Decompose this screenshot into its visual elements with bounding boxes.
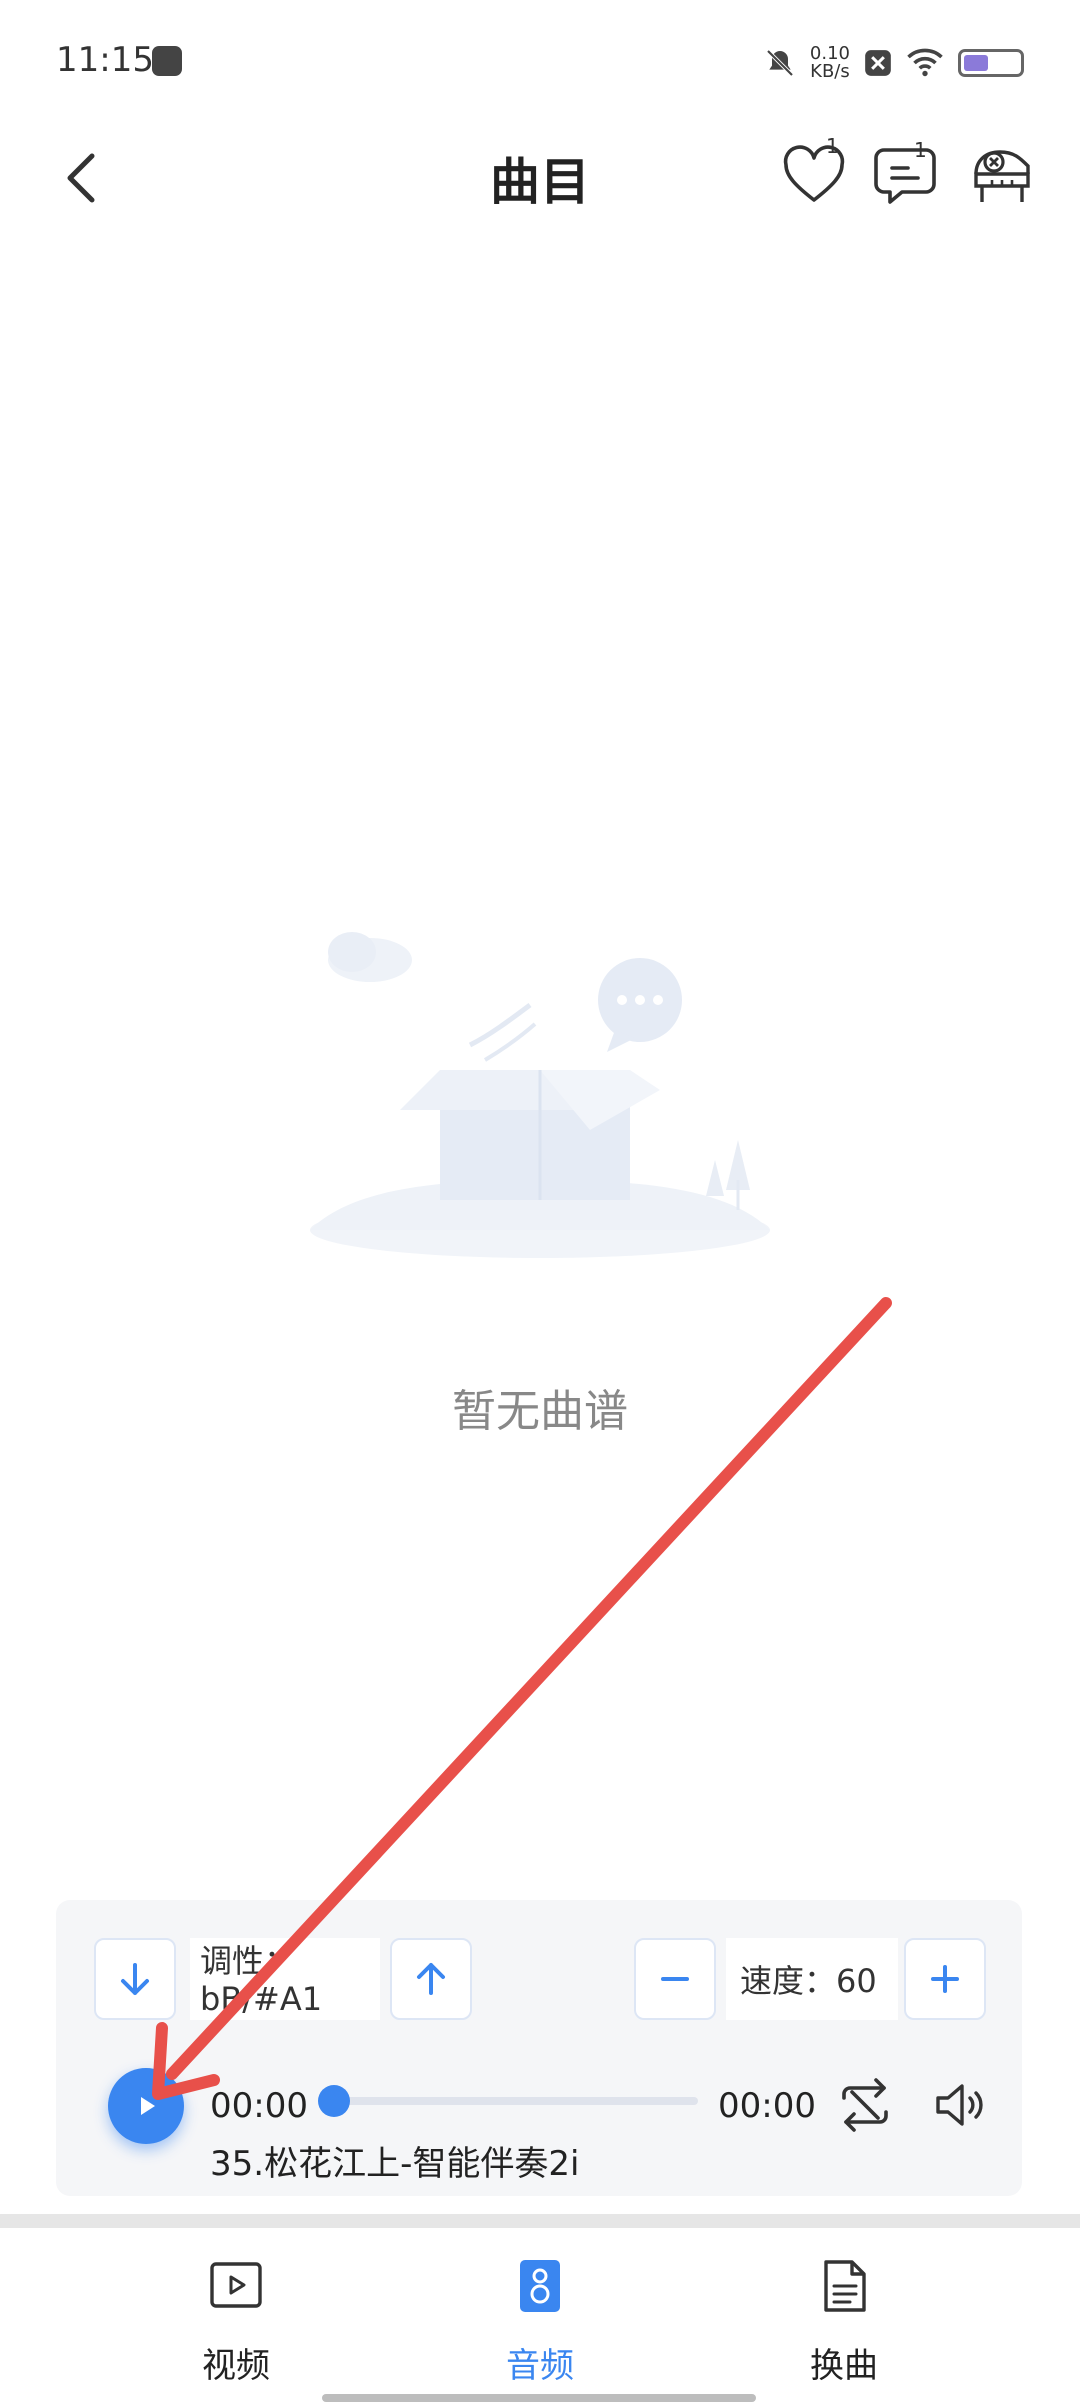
loop-button[interactable] <box>832 2072 898 2138</box>
arrow-up-icon <box>417 1963 445 1995</box>
comment-count-badge: 1 <box>914 138 927 162</box>
progress-slider[interactable] <box>318 2080 698 2120</box>
bottom-nav: 视频 音频 换曲 <box>0 2228 1080 2408</box>
key-up-button[interactable] <box>390 1938 472 2020</box>
home-indicator[interactable] <box>322 2394 756 2402</box>
header: 曲目 1 1 <box>0 120 1080 230</box>
key-down-button[interactable] <box>94 1938 176 2020</box>
total-time: 00:00 <box>718 2086 816 2126</box>
net-speed-unit: KB/s <box>810 61 850 82</box>
empty-state-message: 暂无曲谱 <box>452 1386 628 1437</box>
favorite-count-badge: 1 <box>826 134 839 158</box>
heart-icon <box>783 145 845 202</box>
plus-icon <box>931 1965 959 1993</box>
arrow-down-icon <box>121 1963 149 1995</box>
divider <box>0 2214 1080 2228</box>
play-icon <box>141 2097 155 2115</box>
empty-box-illustration <box>310 932 770 1258</box>
nav-label-change-song: 换曲 <box>810 2346 878 2386</box>
player-panel: 调性：bB/#A1 速度：60 00:00 00:00 35.松花江上-智能伴奏… <box>56 1900 1022 2196</box>
speed-decrease-button[interactable] <box>634 1938 716 2020</box>
progress-thumb[interactable] <box>318 2085 350 2117</box>
status-time: 11:15 <box>56 40 154 80</box>
notification-app-icon <box>152 46 182 76</box>
piano-icon <box>974 150 1030 202</box>
document-icon <box>824 2260 866 2312</box>
audio-icon <box>520 2260 560 2312</box>
wifi-icon <box>907 48 943 77</box>
speed-label: 速度：60 <box>726 1938 898 2020</box>
nav-label-audio: 音频 <box>506 2346 574 2386</box>
track-title: 35.松花江上-智能伴奏2i <box>210 2144 580 2184</box>
nav-item-audio[interactable]: 音频 <box>440 2256 640 2386</box>
favorite-button[interactable]: 1 <box>774 134 854 216</box>
comment-icon <box>874 148 936 204</box>
net-speed: 0.10 KB/s <box>810 45 850 81</box>
repeat-icon <box>842 2078 888 2132</box>
battery-icon <box>958 49 1024 77</box>
current-time: 00:00 <box>210 2086 308 2126</box>
status-bar: 11:15 0.10 KB/s <box>0 0 1080 120</box>
play-button[interactable] <box>108 2068 184 2144</box>
progress-rail <box>328 2097 698 2105</box>
minus-icon <box>661 1977 689 1981</box>
piano-button[interactable] <box>962 136 1042 216</box>
back-button[interactable] <box>48 138 128 218</box>
nav-item-video[interactable]: 视频 <box>136 2256 336 2386</box>
chevron-left-icon <box>67 153 95 203</box>
video-icon <box>210 2262 262 2308</box>
key-label: 调性：bB/#A1 <box>190 1938 380 2020</box>
volume-button[interactable] <box>928 2072 994 2138</box>
status-icons: 0.10 KB/s <box>764 38 1024 88</box>
speaker-icon <box>936 2084 983 2126</box>
nav-item-change-song[interactable]: 换曲 <box>744 2256 944 2386</box>
speed-increase-button[interactable] <box>904 1938 986 2020</box>
close-box-icon <box>865 50 891 76</box>
comment-button[interactable]: 1 <box>868 136 948 216</box>
nav-label-video: 视频 <box>202 2346 270 2386</box>
mute-bell-icon <box>766 49 794 77</box>
